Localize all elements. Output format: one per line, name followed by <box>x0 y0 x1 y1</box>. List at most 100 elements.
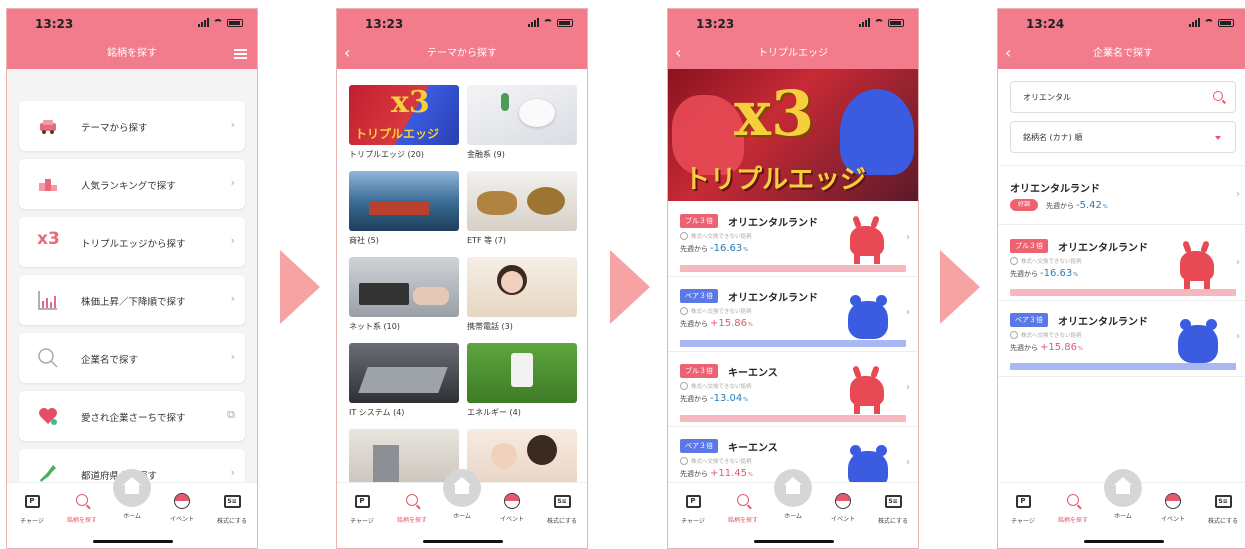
theme-tile-it-system[interactable]: IT システム (4) <box>349 343 459 418</box>
home-button[interactable] <box>1104 469 1142 507</box>
menu-item-triple-edge[interactable]: x3 トリプルエッジから探す › <box>19 217 245 267</box>
theme-tile-etf[interactable]: ETF 等 (7) <box>467 171 577 246</box>
phone-screen-theme: 13:23 ‹ テーマから探す x3 トリプルエッジ トリプルエッジ (20) … <box>336 8 588 549</box>
change-value: +15.86 <box>710 318 748 329</box>
triple-edge-banner: x3 トリプルエッジ <box>668 69 918 201</box>
chevron-right-icon: › <box>230 292 235 305</box>
tab-home[interactable]: ホーム <box>439 511 485 520</box>
card-stripe <box>680 265 906 272</box>
back-chevron-icon[interactable]: ‹ <box>1005 39 1011 67</box>
phone-screen-find-stocks: 13:23 銘柄を探す テーマから探す › 人気ランキングで探す › x3 トリ… <box>6 8 258 549</box>
stock-name: オリエンタルランド <box>728 218 818 229</box>
warning-text: 株式へ交換できない銘柄 <box>691 459 752 465</box>
status-time: 13:23 <box>365 17 404 31</box>
change-value: -16.63 <box>710 243 743 254</box>
theme-tile-finance[interactable]: 金融系 (9) <box>467 85 577 160</box>
tab-charge[interactable]: P チャージ <box>670 493 716 525</box>
tab-find-stocks[interactable]: 銘柄を探す <box>720 493 766 524</box>
theme-tile-triple-edge[interactable]: x3 トリプルエッジ トリプルエッジ (20) <box>349 85 459 160</box>
sort-select[interactable]: 銘柄名 (カナ) 順 <box>1010 121 1236 153</box>
search-icon[interactable] <box>1213 91 1223 101</box>
theme-tile-mobile[interactable]: 携帯電話 (3) <box>467 257 577 332</box>
status-time: 13:23 <box>35 17 74 31</box>
tab-event[interactable]: イベント <box>489 493 535 523</box>
triple-edge-logo: トリプルエッジ <box>355 127 440 141</box>
child-face-icon <box>491 443 517 469</box>
signal-icon <box>859 18 870 27</box>
search-results: オリエンタル 銘柄名 (カナ) 順 オリエンタルランド 好調 先週から -5.42… <box>998 69 1245 484</box>
weekly-change: 先週から +15.86% <box>680 318 753 329</box>
keyboard-icon <box>358 367 448 393</box>
tab-stock[interactable]: S≡ 株式にする <box>209 493 255 525</box>
chevron-right-icon: › <box>230 234 235 247</box>
status-time: 13:23 <box>696 17 735 31</box>
theme-image <box>467 171 577 231</box>
bull-badge: ブル３倍 <box>1010 239 1048 253</box>
stock-card[interactable]: ブル３倍 オリエンタルランド 株式へ交換できない銘柄 先週から -16.63% › <box>668 202 918 277</box>
tab-find-stocks[interactable]: 銘柄を探す <box>1050 493 1096 524</box>
menu-item-label: トリプルエッジから探す <box>81 239 186 250</box>
back-chevron-icon[interactable]: ‹ <box>344 39 350 67</box>
tab-charge[interactable]: P チャージ <box>9 493 55 525</box>
tab-stock[interactable]: S≡ 株式にする <box>1200 493 1245 525</box>
home-button[interactable] <box>443 469 481 507</box>
change-unit: % <box>743 397 749 403</box>
hamburger-menu-icon[interactable] <box>234 49 247 59</box>
tab-home[interactable]: ホーム <box>1100 511 1146 520</box>
stock-card[interactable]: ブル３倍 キーエンス 株式へ交換できない銘柄 先週から -13.04% › <box>668 352 918 427</box>
menu-item-loved-companies[interactable]: 愛され企業さーちで探す ⧉ <box>19 391 245 441</box>
menu-item-ranking[interactable]: 人気ランキングで探す › <box>19 159 245 209</box>
stock-card-plain[interactable]: オリエンタルランド 好調 先週から -5.42% › <box>998 167 1245 225</box>
ship-icon <box>369 201 429 215</box>
theme-tile-trading[interactable]: 商社 (5) <box>349 171 459 246</box>
theme-tile-energy[interactable]: エネルギー (4) <box>467 343 577 418</box>
theme-tile-internet[interactable]: ネット系 (10) <box>349 257 459 332</box>
home-button[interactable] <box>113 469 151 507</box>
menu-item-label: 人気ランキングで探す <box>81 181 176 192</box>
ball-icon <box>504 493 520 509</box>
tab-event[interactable]: イベント <box>159 493 205 523</box>
bull-badge: ブル３倍 <box>680 214 718 228</box>
menu-item-price-change[interactable]: 株価上昇／下降順で探す › <box>19 275 245 325</box>
tab-home[interactable]: ホーム <box>109 511 155 520</box>
tab-charge[interactable]: P チャージ <box>1000 493 1046 525</box>
home-button[interactable] <box>774 469 812 507</box>
tab-home[interactable]: ホーム <box>770 511 816 520</box>
status-bar: 13:23 <box>668 9 918 39</box>
signal-icon <box>528 18 539 27</box>
stock-card[interactable]: ベア３倍 オリエンタルランド 株式へ交換できない銘柄 先週から +15.86% › <box>668 277 918 352</box>
warning-text: 株式へ交換できない銘柄 <box>691 384 752 390</box>
magnifier-icon <box>37 347 59 369</box>
stock-card[interactable]: ベア３倍 オリエンタルランド 株式へ交換できない銘柄 先週から +15.86% › <box>998 301 1245 377</box>
tab-event[interactable]: イベント <box>1150 493 1196 523</box>
tab-stock[interactable]: S≡ 株式にする <box>870 493 916 525</box>
tab-find-stocks[interactable]: 銘柄を探す <box>389 493 435 524</box>
tab-label: チャージ <box>681 518 705 525</box>
p-icon: P <box>24 495 40 508</box>
menu-item-theme[interactable]: テーマから探す › <box>19 101 245 151</box>
change-value: -16.63 <box>1040 268 1073 279</box>
tab-event[interactable]: イベント <box>820 493 866 523</box>
tab-label: チャージ <box>1011 518 1035 525</box>
card-stripe <box>680 340 906 347</box>
company-search-input[interactable]: オリエンタル <box>1010 81 1236 113</box>
menu-item-company-name[interactable]: 企業名で探す › <box>19 333 245 383</box>
bull-icon <box>1174 237 1220 289</box>
back-chevron-icon[interactable]: ‹ <box>675 39 681 67</box>
home-indicator <box>754 540 834 543</box>
stock-name: キーエンス <box>728 443 778 454</box>
menu-item-label: 株価上昇／下降順で探す <box>81 297 186 308</box>
tab-stock[interactable]: S≡ 株式にする <box>539 493 585 525</box>
battery-icon <box>227 18 243 27</box>
tab-charge[interactable]: P チャージ <box>339 493 385 525</box>
change-value: -13.04 <box>710 393 743 404</box>
tab-find-stocks[interactable]: 銘柄を探す <box>59 493 105 524</box>
stock-icon: S≡ <box>1214 495 1232 508</box>
stock-card[interactable]: ブル３倍 オリエンタルランド 株式へ交換できない銘柄 先週から -16.63% › <box>998 227 1245 301</box>
stock-name: オリエンタルランド <box>1010 184 1100 195</box>
theme-image: x3 トリプルエッジ <box>349 85 459 145</box>
change-prefix: 先週から <box>680 395 708 403</box>
wifi-icon <box>1204 18 1214 27</box>
tab-bar: P チャージ 銘柄を探す ホーム イベント S≡ 株式にする <box>668 469 918 548</box>
stock-name: オリエンタルランド <box>1058 243 1148 254</box>
